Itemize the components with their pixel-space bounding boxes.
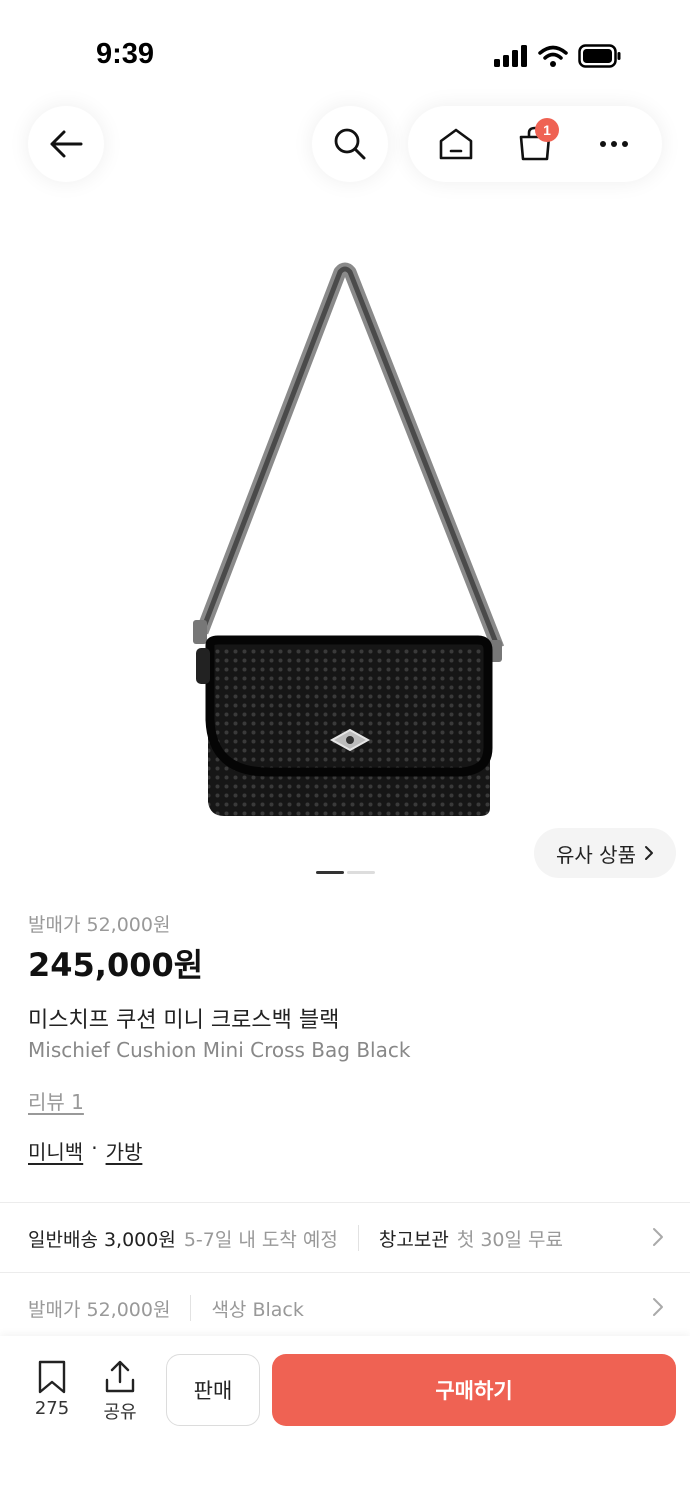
buy-button[interactable]: 구매하기 xyxy=(272,1354,676,1426)
shipping-eta: 5-7일 내 도착 예정 xyxy=(183,1228,338,1251)
category-breadcrumb: 미니백 · 가방 xyxy=(28,1136,142,1165)
home-icon xyxy=(439,128,472,160)
storage-label: 창고보관 xyxy=(378,1228,449,1251)
shipping-info-row[interactable]: 일반배송 3,000원 5-7일 내 도착 예정 창고보관 첫 30일 무료 xyxy=(0,1203,690,1273)
category-separator: · xyxy=(91,1136,98,1160)
cart-button[interactable]: 1 xyxy=(505,114,565,174)
similar-products-label: 유사 상품 xyxy=(556,842,636,867)
shipping-type: 일반배송 3,000원 xyxy=(28,1228,176,1251)
status-bar: 9:39 xyxy=(0,0,690,100)
review-link[interactable]: 리뷰 1 xyxy=(28,1086,84,1115)
cart-count-badge: 1 xyxy=(534,118,559,142)
release-price: 발매가 52,000원 xyxy=(28,914,171,936)
category-link-bag[interactable]: 가방 xyxy=(106,1136,143,1165)
share-icon xyxy=(105,1360,135,1393)
more-dots-icon xyxy=(600,141,629,147)
image-indicator xyxy=(347,871,375,874)
product-name-korean: 미스치프 쿠션 미니 크로스백 블랙 xyxy=(28,1008,340,1033)
status-icons xyxy=(494,42,622,70)
chevron-right-icon xyxy=(644,846,653,860)
back-button[interactable] xyxy=(28,106,104,182)
search-icon xyxy=(334,128,366,160)
vertical-divider xyxy=(357,1225,359,1251)
bookmark-button[interactable]: 275 xyxy=(26,1360,78,1419)
category-link-mini-bag[interactable]: 미니백 xyxy=(28,1136,83,1165)
bottom-action-bar: 275 공유 판매 구매하기 xyxy=(0,1336,690,1500)
battery-icon xyxy=(578,44,621,68)
options-release-price: 발매가 52,000원 xyxy=(28,1298,171,1321)
bookmark-count: 275 xyxy=(34,1398,70,1419)
image-indicator-active xyxy=(316,871,344,874)
share-button[interactable]: 공유 xyxy=(96,1360,144,1424)
arrow-left-icon xyxy=(50,130,83,158)
share-label: 공유 xyxy=(103,1402,137,1423)
options-info-row[interactable]: 발매가 52,000원 색상 Black xyxy=(0,1273,690,1343)
status-time: 9:39 xyxy=(96,38,155,70)
search-button[interactable] xyxy=(312,106,388,182)
cellular-signal-icon xyxy=(494,45,527,67)
more-button[interactable] xyxy=(584,114,644,174)
product-name-english: Mischief Cushion Mini Cross Bag Black xyxy=(28,1038,411,1062)
options-color: 색상 Black xyxy=(211,1298,304,1321)
nav-action-group: 1 xyxy=(408,106,662,182)
chevron-right-icon xyxy=(653,1228,663,1246)
product-price: 245,000원 xyxy=(28,946,204,984)
storage-note: 첫 30일 무료 xyxy=(456,1228,563,1251)
bookmark-icon xyxy=(38,1360,66,1394)
wifi-icon xyxy=(538,45,568,67)
vertical-divider xyxy=(190,1295,192,1321)
chevron-right-icon xyxy=(653,1298,663,1316)
sell-button[interactable]: 판매 xyxy=(166,1354,260,1426)
product-image[interactable] xyxy=(150,260,540,830)
similar-products-button[interactable]: 유사 상품 xyxy=(534,828,676,878)
home-button[interactable] xyxy=(426,114,486,174)
